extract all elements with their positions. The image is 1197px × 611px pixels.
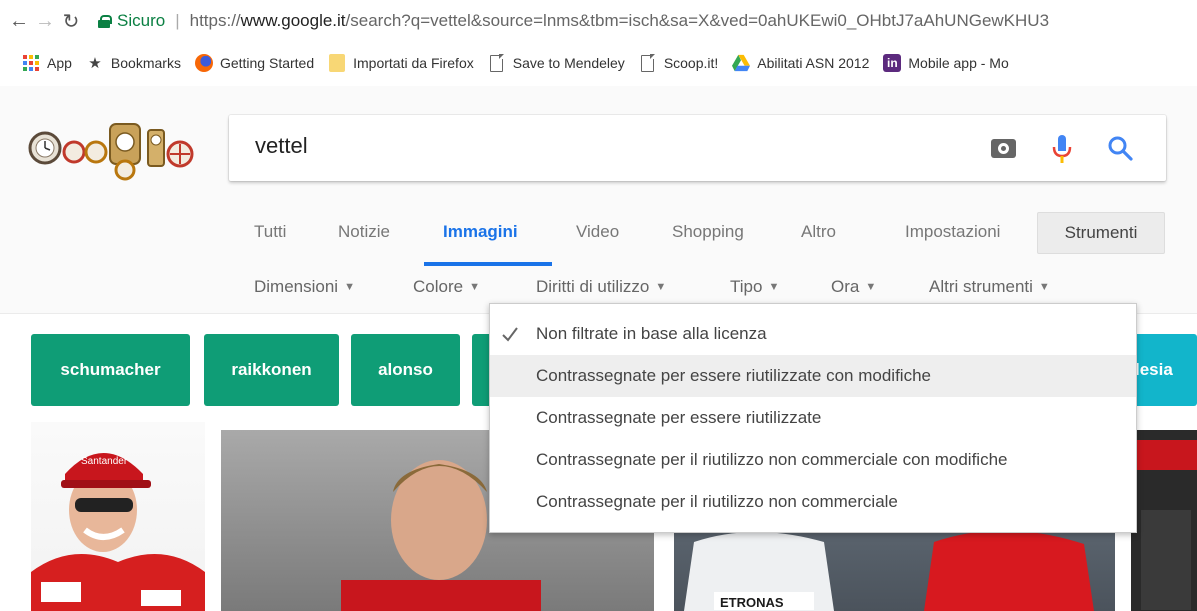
firefox-icon xyxy=(194,54,213,72)
caret-down-icon: ▼ xyxy=(865,281,877,293)
tab-immagini[interactable]: Immagini xyxy=(443,222,518,242)
jersey-text: ETRONAS xyxy=(720,595,784,610)
tool-tipo[interactable]: Tipo ▼ xyxy=(730,277,779,297)
bookmark-mendeley[interactable]: Save to Mendeley xyxy=(488,54,625,72)
tool-altri-strumenti[interactable]: Altri strumenti ▼ xyxy=(929,277,1050,297)
menu-item-non-commerciale[interactable]: Contrassegnate per il riutilizzo non com… xyxy=(490,481,1136,523)
apps-grid-icon xyxy=(22,54,40,72)
bookmark-asn[interactable]: Abilitati ASN 2012 xyxy=(732,54,869,72)
address-bar: ← → ↻ Sicuro | https://www.google.it/sea… xyxy=(0,0,1197,42)
tool-label: Colore xyxy=(413,277,464,296)
menu-item-non-commerciale-con-modifiche[interactable]: Contrassegnate per il riutilizzo non com… xyxy=(490,439,1136,481)
url-separator: | xyxy=(175,11,180,30)
secure-label: Sicuro xyxy=(117,11,166,30)
page-icon xyxy=(639,54,657,72)
google-doodle-logo[interactable] xyxy=(28,118,198,182)
back-arrow-icon[interactable]: ← xyxy=(6,6,32,36)
url-path: /search?q=vettel&source=lnms&tbm=isch&sa… xyxy=(345,11,1050,30)
caret-down-icon: ▼ xyxy=(344,281,355,293)
tab-tutti[interactable]: Tutti xyxy=(254,222,286,242)
chip-schumacher[interactable]: schumacher xyxy=(31,334,190,406)
bookmark-scoopit[interactable]: Scoop.it! xyxy=(639,54,718,72)
strumenti-button[interactable]: Strumenti xyxy=(1037,212,1165,254)
search-box[interactable]: vettel xyxy=(229,115,1166,181)
tool-dimensioni[interactable]: Dimensioni ▼ xyxy=(254,277,355,297)
drive-icon xyxy=(732,54,751,72)
bookmark-label: Save to Mendeley xyxy=(512,55,625,71)
url-field[interactable]: https://www.google.it/search?q=vettel&so… xyxy=(190,11,1197,31)
chip-alonso[interactable]: alonso xyxy=(351,334,460,406)
image-result[interactable] xyxy=(1131,430,1197,611)
menu-item-riutilizzo-con-modifiche[interactable]: Contrassegnate per essere riutilizzate c… xyxy=(490,355,1136,397)
caret-down-icon: ▼ xyxy=(768,281,780,293)
bookmark-label: App xyxy=(47,55,72,71)
bookmark-label: Importati da Firefox xyxy=(353,55,474,71)
bookmarks-bar: App ★ Bookmarks Getting Started Importat… xyxy=(0,48,1197,78)
star-icon: ★ xyxy=(88,55,102,72)
tab-notizie[interactable]: Notizie xyxy=(338,222,390,242)
caret-down-icon: ▼ xyxy=(655,281,667,293)
lock-icon xyxy=(98,14,112,28)
tab-video[interactable]: Video xyxy=(576,222,619,242)
result-photo xyxy=(1131,440,1197,610)
tool-label: Ora xyxy=(831,277,860,296)
bookmark-apps[interactable]: App xyxy=(22,54,72,72)
bookmark-label: Mobile app - Mo xyxy=(908,55,1009,71)
chip-raikkonen[interactable]: raikkonen xyxy=(204,334,339,406)
tool-label: Diritti di utilizzo xyxy=(536,277,650,296)
cap-logo-text: Santander xyxy=(81,456,128,467)
reload-icon[interactable]: ↻ xyxy=(58,6,84,36)
tool-label: Tipo xyxy=(730,277,763,296)
bookmark-label: Getting Started xyxy=(219,55,315,71)
tool-colore[interactable]: Colore ▼ xyxy=(413,277,480,297)
tool-label: Altri strumenti xyxy=(929,277,1033,296)
tool-ora[interactable]: Ora ▼ xyxy=(831,277,876,297)
caret-down-icon: ▼ xyxy=(469,281,480,293)
forward-arrow-icon[interactable]: → xyxy=(32,6,58,36)
url-prefix: https:// xyxy=(189,11,241,30)
active-tab-indicator xyxy=(424,262,552,266)
tool-diritti-di-utilizzo[interactable]: Diritti di utilizzo ▼ xyxy=(536,277,666,297)
tab-impostazioni[interactable]: Impostazioni xyxy=(905,222,1000,242)
caret-down-icon: ▼ xyxy=(1038,281,1050,293)
folder-icon xyxy=(328,54,346,72)
search-icon[interactable] xyxy=(1107,135,1133,161)
tab-altro[interactable]: Altro xyxy=(801,222,836,242)
bookmark-label: Scoop.it! xyxy=(663,55,719,71)
bookmark-getting-started[interactable]: Getting Started xyxy=(194,54,315,72)
url-host: www.google.it xyxy=(240,11,346,30)
camera-icon[interactable] xyxy=(991,139,1016,158)
usage-rights-menu: Non filtrate in base alla licenza Contra… xyxy=(489,303,1137,533)
in-logo-icon: in xyxy=(883,54,902,72)
bookmark-importati[interactable]: Importati da Firefox xyxy=(328,54,474,72)
image-result[interactable]: Santander xyxy=(31,422,205,611)
page-icon xyxy=(488,54,506,72)
tab-shopping[interactable]: Shopping xyxy=(672,222,744,242)
bookmark-mobile-app[interactable]: in Mobile app - Mo xyxy=(883,54,1009,72)
search-query[interactable]: vettel xyxy=(255,133,308,159)
microphone-icon[interactable] xyxy=(1051,133,1073,165)
result-photo: Santander xyxy=(31,453,205,611)
menu-item-riutilizzo[interactable]: Contrassegnate per essere riutilizzate xyxy=(490,397,1136,439)
menu-item-non-filtrate[interactable]: Non filtrate in base alla licenza xyxy=(490,313,1136,355)
bookmark-bookmarks[interactable]: ★ Bookmarks xyxy=(86,54,181,72)
bookmark-label: Abilitati ASN 2012 xyxy=(757,55,870,71)
bookmark-label: Bookmarks xyxy=(110,55,181,71)
tool-label: Dimensioni xyxy=(254,277,339,296)
